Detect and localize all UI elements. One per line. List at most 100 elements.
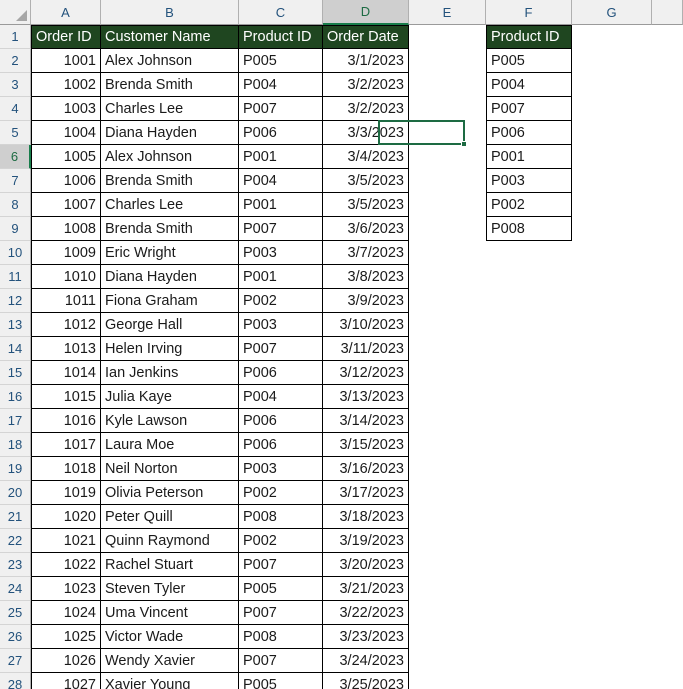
orders-cell-r26-c1[interactable]: Wendy Xavier <box>101 649 239 673</box>
orders-cell-r5-c3[interactable]: 3/4/2023 <box>323 145 409 169</box>
orders-cell-r8-c0[interactable]: 1008 <box>31 217 101 241</box>
empty-cell-g[interactable] <box>572 241 652 265</box>
empty-cell-g[interactable] <box>572 625 652 649</box>
orders-cell-r7-c1[interactable]: Charles Lee <box>101 193 239 217</box>
orders-cell-r23-c1[interactable]: Steven Tyler <box>101 577 239 601</box>
orders-cell-r19-c0[interactable]: 1019 <box>31 481 101 505</box>
empty-cell-g[interactable] <box>572 73 652 97</box>
empty-cell-f[interactable] <box>486 241 572 265</box>
orders-cell-r22-c1[interactable]: Rachel Stuart <box>101 553 239 577</box>
empty-cell-g[interactable] <box>572 385 652 409</box>
row-header-27[interactable]: 27 <box>0 649 31 673</box>
row-header-16[interactable]: 16 <box>0 385 31 409</box>
orders-cell-r8-c3[interactable]: 3/6/2023 <box>323 217 409 241</box>
orders-cell-r8-c1[interactable]: Brenda Smith <box>101 217 239 241</box>
row-header-21[interactable]: 21 <box>0 505 31 529</box>
orders-cell-r6-c0[interactable]: 1006 <box>31 169 101 193</box>
orders-cell-r9-c2[interactable]: P003 <box>239 241 323 265</box>
orders-cell-r23-c3[interactable]: 3/21/2023 <box>323 577 409 601</box>
orders-cell-r12-c3[interactable]: 3/10/2023 <box>323 313 409 337</box>
empty-cell-e[interactable] <box>409 313 486 337</box>
empty-cell-g[interactable] <box>572 505 652 529</box>
row-header-14[interactable]: 14 <box>0 337 31 361</box>
empty-cell-g[interactable] <box>572 553 652 577</box>
empty-cell-g[interactable] <box>572 337 652 361</box>
products-cell-r5[interactable]: P001 <box>486 145 572 169</box>
orders-cell-r15-c0[interactable]: 1015 <box>31 385 101 409</box>
orders-cell-r14-c2[interactable]: P006 <box>239 361 323 385</box>
orders-cell-r7-c2[interactable]: P001 <box>239 193 323 217</box>
orders-cell-r7-c0[interactable]: 1007 <box>31 193 101 217</box>
empty-cell-e[interactable] <box>409 337 486 361</box>
empty-cell-e[interactable] <box>409 25 486 49</box>
orders-cell-r16-c2[interactable]: P006 <box>239 409 323 433</box>
empty-cell-f[interactable] <box>486 265 572 289</box>
products-cell-r4[interactable]: P006 <box>486 121 572 145</box>
orders-cell-r9-c0[interactable]: 1009 <box>31 241 101 265</box>
orders-cell-r4-c2[interactable]: P006 <box>239 121 323 145</box>
empty-cell-g[interactable] <box>572 265 652 289</box>
empty-cell-e[interactable] <box>409 673 486 689</box>
orders-cell-r2-c2[interactable]: P004 <box>239 73 323 97</box>
orders-cell-r25-c1[interactable]: Victor Wade <box>101 625 239 649</box>
column-header-b[interactable]: B <box>101 0 239 25</box>
orders-cell-r3-c2[interactable]: P007 <box>239 97 323 121</box>
orders-cell-r26-c3[interactable]: 3/24/2023 <box>323 649 409 673</box>
empty-cell-e[interactable] <box>409 193 486 217</box>
empty-cell-e[interactable] <box>409 649 486 673</box>
empty-cell-f[interactable] <box>486 673 572 689</box>
orders-cell-r19-c2[interactable]: P002 <box>239 481 323 505</box>
cell-area[interactable]: Order ID Customer Name Product ID Order Dat… <box>31 25 683 689</box>
empty-cell-g[interactable] <box>572 145 652 169</box>
orders-cell-r3-c0[interactable]: 1003 <box>31 97 101 121</box>
row-header-7[interactable]: 7 <box>0 169 31 193</box>
column-header-f[interactable]: F <box>486 0 572 25</box>
orders-cell-r18-c0[interactable]: 1018 <box>31 457 101 481</box>
empty-cell-f[interactable] <box>486 601 572 625</box>
empty-cell-e[interactable] <box>409 601 486 625</box>
empty-cell-f[interactable] <box>486 529 572 553</box>
orders-cell-r19-c1[interactable]: Olivia Peterson <box>101 481 239 505</box>
orders-cell-r24-c1[interactable]: Uma Vincent <box>101 601 239 625</box>
empty-cell-g[interactable] <box>572 577 652 601</box>
orders-cell-r25-c3[interactable]: 3/23/2023 <box>323 625 409 649</box>
empty-cell-g[interactable] <box>572 169 652 193</box>
orders-cell-r17-c3[interactable]: 3/15/2023 <box>323 433 409 457</box>
empty-cell-f[interactable] <box>486 649 572 673</box>
row-header-18[interactable]: 18 <box>0 433 31 457</box>
orders-cell-r23-c0[interactable]: 1023 <box>31 577 101 601</box>
empty-cell-g[interactable] <box>572 361 652 385</box>
orders-cell-r15-c1[interactable]: Julia Kaye <box>101 385 239 409</box>
empty-cell-e[interactable] <box>409 169 486 193</box>
empty-cell-g[interactable] <box>572 121 652 145</box>
orders-cell-r4-c1[interactable]: Diana Hayden <box>101 121 239 145</box>
orders-cell-r21-c2[interactable]: P002 <box>239 529 323 553</box>
orders-cell-r1-c0[interactable]: 1001 <box>31 49 101 73</box>
column-header-a[interactable]: A <box>31 0 101 25</box>
empty-cell-f[interactable] <box>486 433 572 457</box>
empty-cell-g[interactable] <box>572 193 652 217</box>
orders-cell-r1-c2[interactable]: P005 <box>239 49 323 73</box>
orders-cell-r19-c3[interactable]: 3/17/2023 <box>323 481 409 505</box>
orders-cell-r17-c0[interactable]: 1017 <box>31 433 101 457</box>
empty-cell-g[interactable] <box>572 673 652 689</box>
empty-cell-e[interactable] <box>409 265 486 289</box>
empty-cell-f[interactable] <box>486 553 572 577</box>
orders-cell-r13-c1[interactable]: Helen Irving <box>101 337 239 361</box>
column-header-d[interactable]: D <box>323 0 409 25</box>
orders-cell-r1-c3[interactable]: 3/1/2023 <box>323 49 409 73</box>
orders-cell-r22-c3[interactable]: 3/20/2023 <box>323 553 409 577</box>
orders-cell-r22-c2[interactable]: P007 <box>239 553 323 577</box>
empty-cell-f[interactable] <box>486 313 572 337</box>
row-header-19[interactable]: 19 <box>0 457 31 481</box>
empty-cell-f[interactable] <box>486 625 572 649</box>
orders-header-0[interactable]: Order ID <box>31 25 101 49</box>
row-header-12[interactable]: 12 <box>0 289 31 313</box>
orders-header-1[interactable]: Customer Name <box>101 25 239 49</box>
orders-cell-r22-c0[interactable]: 1022 <box>31 553 101 577</box>
empty-cell-e[interactable] <box>409 577 486 601</box>
orders-cell-r20-c2[interactable]: P008 <box>239 505 323 529</box>
row-header-23[interactable]: 23 <box>0 553 31 577</box>
orders-cell-r13-c2[interactable]: P007 <box>239 337 323 361</box>
orders-cell-r14-c0[interactable]: 1014 <box>31 361 101 385</box>
